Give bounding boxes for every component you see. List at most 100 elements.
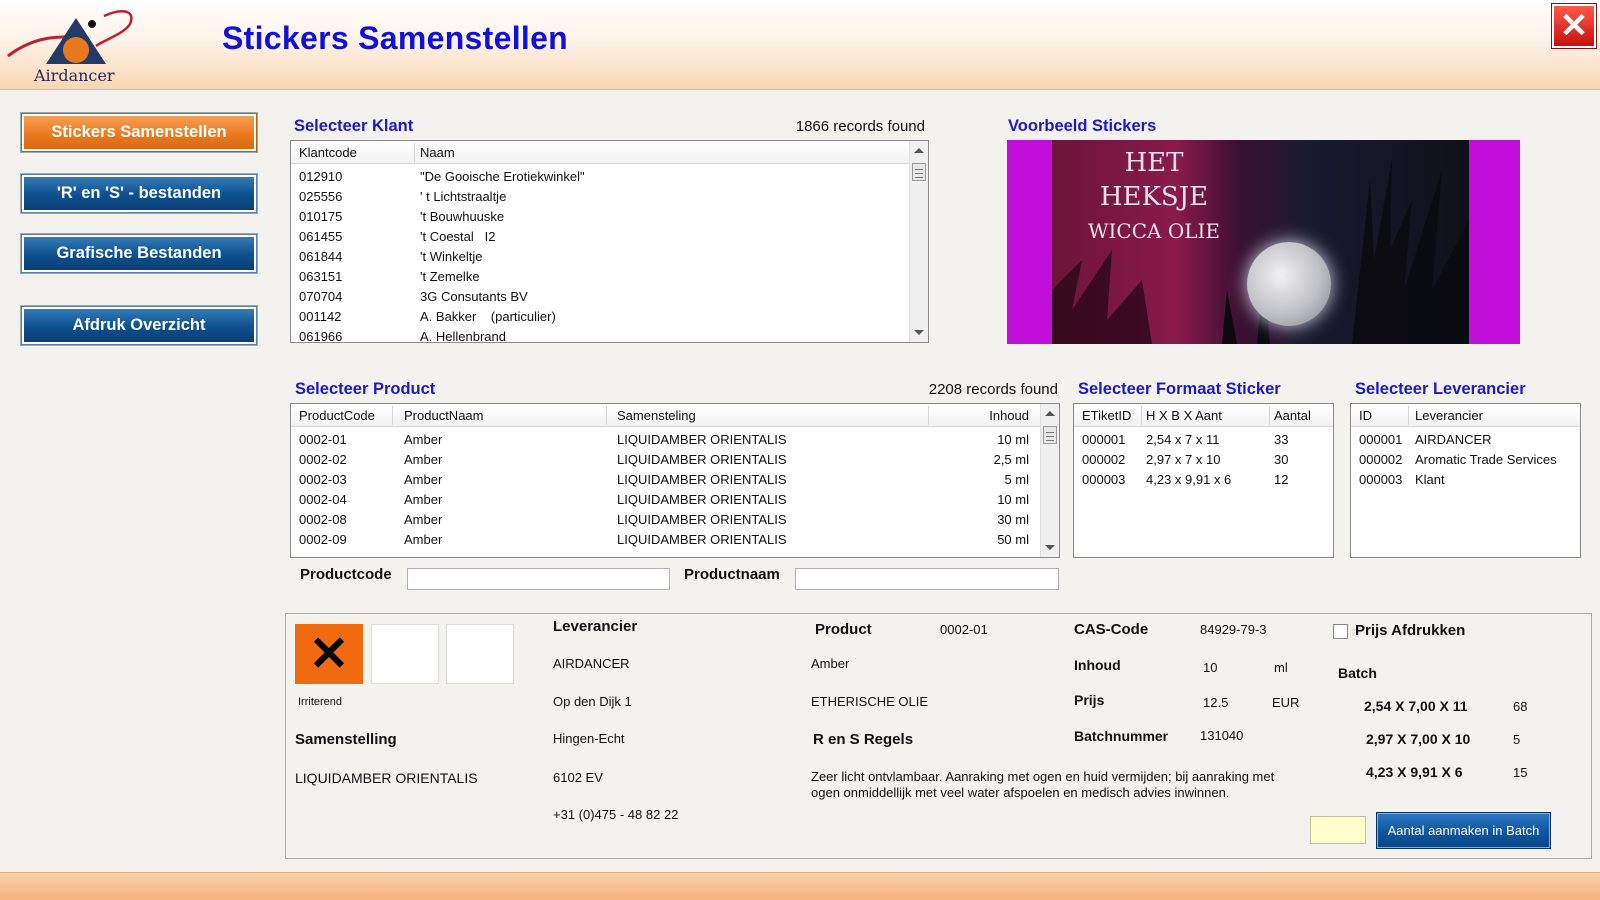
table-row[interactable]: 000003 4,23 x 9,91 x 6 12 xyxy=(1074,469,1333,489)
table-row[interactable]: 0002-04 Amber LIQUIDAMBER ORIENTALIS 10 ml xyxy=(291,489,1059,509)
inhoud-label: Inhoud xyxy=(1074,657,1121,673)
inhoud-value: 10 xyxy=(1203,660,1218,675)
scroll-thumb[interactable] xyxy=(912,163,926,181)
scroll-up-icon[interactable] xyxy=(1045,411,1055,416)
inhoud-cell: 10 ml xyxy=(997,492,1029,507)
naam-cell: "De Gooische Erotiekwinkel" xyxy=(420,169,585,184)
close-button[interactable]: ✕ xyxy=(1552,4,1596,48)
productcode-cell: 0002-01 xyxy=(299,432,347,447)
col-hxbxaant-header[interactable]: H X B X Aant xyxy=(1146,408,1222,423)
productcode-cell: 0002-09 xyxy=(299,532,347,547)
table-row[interactable]: 000002 Aromatic Trade Services xyxy=(1351,449,1580,469)
col-inhoud-header[interactable]: Inhoud xyxy=(989,408,1029,423)
klantcode-cell: 061455 xyxy=(299,229,343,244)
product-scrollbar[interactable] xyxy=(1040,404,1059,557)
table-row[interactable]: 061455 't Coestal I2 xyxy=(291,226,928,246)
samensteling-cell: LIQUIDAMBER ORIENTALIS xyxy=(617,452,787,467)
col-leverancier-header[interactable]: Leverancier xyxy=(1415,408,1483,423)
product-grid[interactable]: ProductCode ProductNaam Samensteling Inh… xyxy=(290,403,1060,558)
leverancier-label: Leverancier xyxy=(553,618,638,635)
product-grid-header: ProductCode ProductNaam Samensteling Inh… xyxy=(291,404,1059,427)
naam-cell: A. Bakker (particulier) xyxy=(420,309,556,324)
nav-afdruk-overzicht-button[interactable]: Afdruk Overzicht xyxy=(21,306,257,345)
productcode-input[interactable] xyxy=(407,568,670,590)
col-aantal-header[interactable]: Aantal xyxy=(1274,408,1311,423)
table-row[interactable]: 001142 A. Bakker (particulier) xyxy=(291,306,928,326)
formaat-section-title: Selecteer Formaat Sticker xyxy=(1078,380,1281,398)
table-row[interactable]: 063151 't Zemelke xyxy=(291,266,928,286)
table-row[interactable]: 0002-03 Amber LIQUIDAMBER ORIENTALIS 5 ml xyxy=(291,469,1059,489)
col-etiketid-header[interactable]: ETiketID xyxy=(1082,408,1131,423)
page-title: Stickers Samenstellen xyxy=(222,20,569,56)
leverancier-grid[interactable]: ID Leverancier 000001 AIRDANCER 000002 Aro… xyxy=(1350,403,1581,558)
batch-size-3: 4,23 X 9,91 X 6 xyxy=(1366,764,1463,780)
column-separator xyxy=(606,406,607,425)
col-samensteling-header[interactable]: Samensteling xyxy=(617,408,696,423)
productnaam-cell: Amber xyxy=(404,492,443,507)
klant-scrollbar[interactable] xyxy=(909,141,928,342)
aantal-aanmaken-in-batch-button[interactable]: Aantal aanmaken in Batch xyxy=(1376,812,1551,849)
product-records-count: 2208 records found xyxy=(928,381,1058,398)
col-klantcode-header[interactable]: Klantcode xyxy=(299,145,357,160)
klantcode-cell: 070704 xyxy=(299,289,343,304)
column-separator xyxy=(1141,406,1142,425)
table-row[interactable]: 0002-02 Amber LIQUIDAMBER ORIENTALIS 2,5 ml xyxy=(291,449,1059,469)
col-id-header[interactable]: ID xyxy=(1359,408,1372,423)
table-row[interactable]: 000001 2,54 x 7 x 11 33 xyxy=(1074,429,1333,449)
productnaam-input[interactable] xyxy=(795,568,1059,590)
scroll-up-icon[interactable] xyxy=(914,148,924,153)
batch-count-1: 68 xyxy=(1513,699,1528,714)
id-cell: 000002 xyxy=(1359,452,1403,467)
table-row[interactable]: 061966 A. Hellenbrand xyxy=(291,326,928,343)
table-row[interactable]: 061844 't Winkeltje xyxy=(291,246,928,266)
table-row[interactable]: 012910 "De Gooische Erotiekwinkel" xyxy=(291,166,928,186)
prijs-afdrukken-checkbox[interactable] xyxy=(1333,624,1348,639)
formaat-grid[interactable]: ETiketID H X B X Aant Aantal 000001 2,54 … xyxy=(1073,403,1334,558)
airdancer-logo: Airdancer xyxy=(4,6,144,85)
batch-count-2: 5 xyxy=(1513,732,1521,747)
table-row[interactable]: 0002-01 Amber LIQUIDAMBER ORIENTALIS 10 ml xyxy=(291,429,1059,449)
productcode-cell: 0002-02 xyxy=(299,452,347,467)
rs-regels-label: R en S Regels xyxy=(813,731,914,748)
table-row[interactable]: 0002-09 Amber LIQUIDAMBER ORIENTALIS 50 ml xyxy=(291,529,1059,549)
nav-grafische-bestanden-button[interactable]: Grafische Bestanden xyxy=(21,234,257,273)
leverancier-cell: AIRDANCER xyxy=(1415,432,1492,447)
naam-cell: 't Winkeltje xyxy=(420,249,483,264)
table-row[interactable]: 070704 3G Consutants BV xyxy=(291,286,928,306)
table-row[interactable]: 025556 ' t Lichtstraaltje xyxy=(291,186,928,206)
col-productcode-header[interactable]: ProductCode xyxy=(299,408,375,423)
nav-stickers-samenstellen-button[interactable]: Stickers Samenstellen xyxy=(21,113,257,152)
product-name-value: Amber xyxy=(811,656,850,671)
table-row[interactable]: 000003 Klant xyxy=(1351,469,1580,489)
table-row[interactable]: 000002 2,97 x 7 x 10 30 xyxy=(1074,449,1333,469)
etiketid-cell: 000001 xyxy=(1082,432,1126,447)
scroll-down-icon[interactable] xyxy=(1045,545,1055,550)
klantcode-cell: 061966 xyxy=(299,329,343,343)
hxbxaant-cell: 2,54 x 7 x 11 xyxy=(1146,432,1220,447)
logo-text: Airdancer xyxy=(34,66,115,85)
scroll-thumb[interactable] xyxy=(1043,426,1057,444)
scroll-down-icon[interactable] xyxy=(914,330,924,335)
nav-r-en-s-bestanden-button[interactable]: 'R' en 'S' - bestanden xyxy=(21,174,257,213)
table-row[interactable]: 010175 't Bouwhuuske xyxy=(291,206,928,226)
klantcode-cell: 061844 xyxy=(299,249,343,264)
col-naam-header[interactable]: Naam xyxy=(420,145,455,160)
batch-size-1: 2,54 X 7,00 X 11 xyxy=(1364,698,1468,714)
id-cell: 000003 xyxy=(1359,472,1403,487)
samensteling-cell: LIQUIDAMBER ORIENTALIS xyxy=(617,432,787,447)
klantcode-cell: 025556 xyxy=(299,189,343,204)
id-cell: 000001 xyxy=(1359,432,1403,447)
hazard-slot-empty xyxy=(371,624,439,684)
column-separator xyxy=(392,406,393,425)
product-type-value: ETHERISCHE OLIE xyxy=(811,694,929,709)
table-row[interactable]: 0002-08 Amber LIQUIDAMBER ORIENTALIS 30 ml xyxy=(291,509,1059,529)
leverancier-phone: +31 (0)475 - 48 82 22 xyxy=(553,807,679,822)
table-row[interactable]: 000001 AIRDANCER xyxy=(1351,429,1580,449)
naam-cell: 3G Consutants BV xyxy=(420,289,528,304)
col-productnaam-header[interactable]: ProductNaam xyxy=(404,408,483,423)
etiketid-cell: 000003 xyxy=(1082,472,1126,487)
klant-grid[interactable]: Klantcode Naam 012910 "De Gooische Erotie… xyxy=(290,140,929,343)
batch-quantity-input[interactable] xyxy=(1310,816,1366,844)
productcode-cell: 0002-04 xyxy=(299,492,347,507)
cas-code-label: CAS-Code xyxy=(1074,621,1149,638)
